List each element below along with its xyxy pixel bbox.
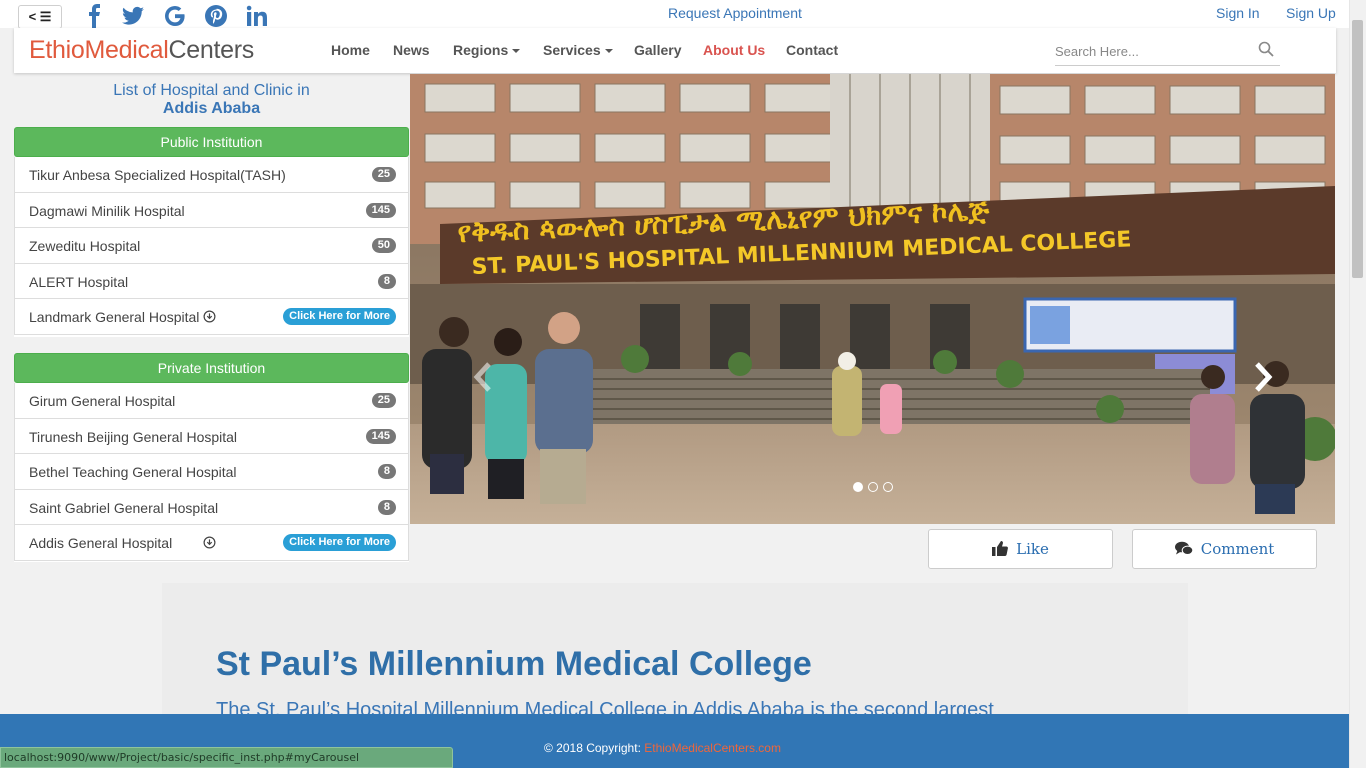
scrollbar-thumb[interactable] — [1352, 20, 1363, 278]
thumbs-up-icon — [992, 541, 1009, 556]
list-item[interactable]: Girum General Hospital 25 — [14, 383, 409, 419]
count-badge: 8 — [377, 273, 396, 289]
comment-label: Comment — [1200, 540, 1275, 558]
carousel-indicator-1[interactable] — [853, 482, 863, 492]
download-circle-icon[interactable] — [203, 536, 216, 549]
click-for-more-button[interactable]: Click Here for More — [283, 308, 396, 326]
pinterest-icon[interactable] — [204, 4, 228, 28]
download-circle-icon[interactable] — [203, 310, 216, 323]
carousel-prev-icon[interactable] — [470, 360, 496, 394]
hospital-name: Bethel Teaching General Hospital — [29, 464, 237, 481]
footer-copyright: © 2018 Copyright: EthioMedicalCenters.co… — [544, 741, 781, 755]
public-institution-list: Tikur Anbesa Specialized Hospital(TASH) … — [14, 157, 409, 337]
count-badge: 25 — [371, 167, 396, 182]
carousel-indicator-3[interactable] — [883, 482, 893, 492]
hospital-name: Saint Gabriel General Hospital — [29, 499, 219, 516]
hospital-name: ALERT Hospital — [29, 273, 129, 290]
public-institution-heading[interactable]: Public Institution — [14, 127, 409, 157]
search-icon[interactable] — [1258, 41, 1274, 57]
site-logo[interactable]: EthioMedicalCenters — [29, 36, 254, 65]
nav-services-dropdown[interactable]: Services — [543, 42, 613, 58]
nav-home[interactable]: Home — [331, 42, 370, 58]
caret-down-icon — [604, 49, 613, 54]
facebook-icon[interactable] — [83, 4, 107, 28]
request-appointment-link[interactable]: Request Appointment — [668, 5, 802, 21]
linkedin-icon[interactable] — [245, 4, 269, 28]
list-item[interactable]: Zeweditu Hospital 50 — [14, 228, 409, 264]
hospital-name: Zeweditu Hospital — [29, 238, 141, 255]
list-item[interactable]: Landmark General Hospital Click Here for… — [14, 299, 409, 335]
status-bar-url: localhost:9090/www/Project/basic/specifi… — [0, 747, 453, 768]
hospital-name: Addis General Hospital — [29, 535, 173, 552]
carousel-next-icon[interactable] — [1250, 360, 1276, 394]
sidebar-title: List of Hospital and Clinic in Addis Aba… — [14, 82, 409, 118]
google-icon[interactable] — [163, 4, 187, 28]
list-item[interactable]: Bethel Teaching General Hospital 8 — [14, 454, 409, 490]
nav-services-label: Services — [543, 42, 601, 58]
count-badge: 25 — [371, 393, 396, 408]
sidebar-toggle-button[interactable]: < ☰ — [18, 5, 62, 29]
footer-site-link[interactable]: EthioMedicalCenters.com — [644, 741, 781, 755]
hospital-photo: የቅዱስ ጳውሎስ ሆስፒታል ሚሌኒየም ህክምና ኮሌጅ ST. PAUL'… — [410, 74, 1335, 524]
list-item[interactable]: Tikur Anbesa Specialized Hospital(TASH) … — [14, 157, 409, 193]
click-for-more-button[interactable]: Click Here for More — [283, 534, 396, 552]
brand-name-part1: EthioMedical — [29, 36, 169, 64]
brand-name-part2: Centers — [168, 36, 255, 64]
private-institution-heading[interactable]: Private Institution — [14, 353, 409, 383]
nav-gallery[interactable]: Gallery — [634, 42, 681, 58]
like-label: Like — [1016, 540, 1049, 558]
count-badge: 8 — [377, 499, 396, 515]
comments-icon — [1174, 541, 1194, 555]
main-navbar: EthioMedicalCenters Home News Regions Se… — [14, 28, 1336, 73]
count-badge: 145 — [365, 202, 396, 218]
carousel-indicator-2[interactable] — [868, 482, 878, 492]
hospital-name: Tikur Anbesa Specialized Hospital(TASH) — [29, 167, 286, 183]
sidebar-city: Addis Ababa — [162, 100, 261, 117]
like-button[interactable]: Like — [928, 529, 1113, 569]
list-item[interactable]: Dagmawi Minilik Hospital 145 — [14, 192, 409, 229]
sign-in-link[interactable]: Sign In — [1216, 5, 1260, 21]
nav-contact[interactable]: Contact — [786, 42, 838, 58]
nav-regions-label: Regions — [453, 42, 509, 58]
copyright-text: © 2018 Copyright: — [544, 741, 641, 755]
hospital-name: Landmark General Hospital — [29, 309, 200, 326]
list-item[interactable]: Tirunesh Beijing General Hospital 145 — [14, 418, 409, 455]
sidebar-title-text: List of Hospital and Clinic in — [113, 82, 310, 99]
nav-about-us[interactable]: About Us — [703, 42, 765, 58]
nav-regions-dropdown[interactable]: Regions — [453, 42, 521, 58]
list-item[interactable]: Saint Gabriel General Hospital 8 — [14, 489, 409, 526]
list-item[interactable]: ALERT Hospital 8 — [14, 263, 409, 300]
count-badge: 145 — [365, 428, 396, 444]
caret-down-icon — [512, 49, 521, 54]
search-input[interactable] — [1055, 38, 1280, 66]
private-institution-list: Girum General Hospital 25 Tirunesh Beiji… — [14, 383, 409, 562]
sign-up-link[interactable]: Sign Up — [1286, 5, 1336, 21]
hospital-name: Dagmawi Minilik Hospital — [29, 202, 185, 219]
twitter-icon[interactable] — [121, 4, 145, 28]
list-item[interactable]: Addis General Hospital Click Here for Mo… — [14, 525, 409, 561]
count-badge: 50 — [371, 238, 396, 254]
hospital-name: Tirunesh Beijing General Hospital — [29, 428, 238, 445]
image-carousel[interactable]: የቅዱስ ጳውሎስ ሆስፒታል ሚሌኒየም ህክምና ኮሌጅ ST. PAUL'… — [410, 74, 1335, 524]
top-strip: < ☰ Request Appointment Sign In Sign Up — [0, 0, 1366, 29]
article-title: St Paul’s Millennium Medical College — [216, 645, 812, 683]
institution-sidebar: List of Hospital and Clinic in Addis Aba… — [14, 74, 409, 562]
comment-button[interactable]: Comment — [1132, 529, 1317, 569]
hospital-name: Girum General Hospital — [29, 393, 176, 409]
count-badge: 8 — [377, 464, 396, 480]
nav-news[interactable]: News — [393, 42, 430, 58]
